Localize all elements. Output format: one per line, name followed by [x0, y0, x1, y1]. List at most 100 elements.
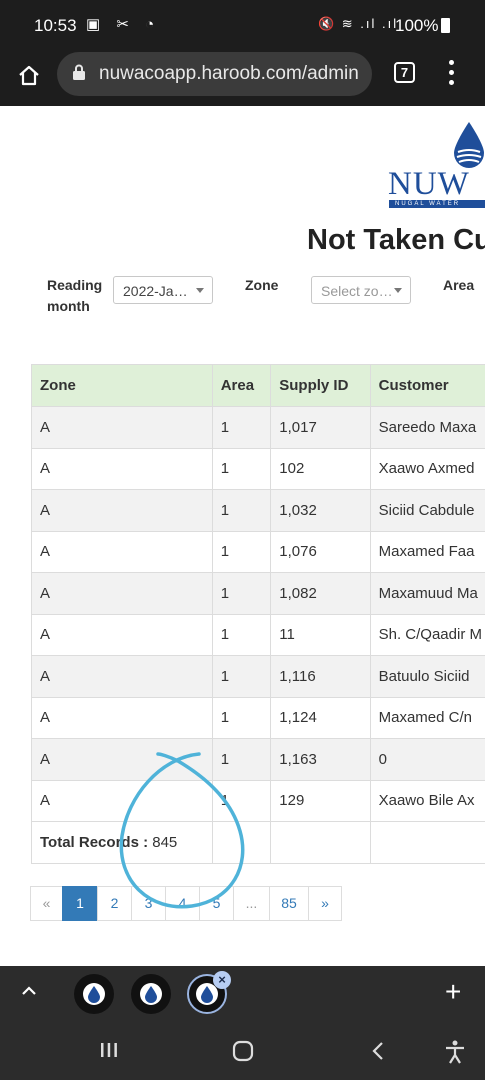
cell-customer: Sareedo Maxa	[369, 406, 485, 449]
empty-cell	[369, 821, 485, 864]
status-bar: 10:53 ▣ ✂ ◔ 🔇 ≋ .ıl .ıl 100%	[0, 0, 485, 50]
cell-zone: A	[31, 738, 213, 781]
home-nav-icon[interactable]	[232, 1040, 254, 1062]
system-navigation-bar	[0, 1023, 485, 1080]
notification-icons: ▣ ✂ ◔	[86, 16, 161, 33]
accessibility-icon[interactable]	[444, 1040, 466, 1064]
cell-zone: A	[31, 696, 213, 739]
status-time: 10:53	[34, 16, 77, 35]
pagination-page-3[interactable]: 3	[131, 886, 166, 921]
lock-icon	[73, 64, 85, 80]
table-row: A 1 129 Xaawo Bile Ax	[31, 779, 485, 822]
table-row: A 1 1,116 Batuulo Siciid	[31, 655, 485, 698]
page-title: Not Taken Cu	[307, 224, 485, 256]
empty-cell	[211, 821, 272, 864]
cell-supply-id: 11	[270, 613, 371, 656]
records-table: Zone Area Supply ID Customer A 1 1,017 S…	[31, 364, 485, 864]
battery-icon	[441, 18, 450, 33]
cell-supply-id: 1,082	[270, 572, 371, 615]
pagination-prev[interactable]: «	[30, 886, 63, 921]
column-header-customer[interactable]: Customer	[369, 364, 485, 407]
water-drop-icon	[83, 983, 105, 1005]
cell-zone: A	[31, 613, 213, 656]
cell-zone: A	[31, 655, 213, 698]
cell-supply-id: 102	[270, 447, 371, 490]
cell-zone: A	[31, 572, 213, 615]
home-icon[interactable]	[18, 64, 40, 86]
pagination-page-5[interactable]: 5	[199, 886, 234, 921]
pagination-page-2[interactable]: 2	[97, 886, 132, 921]
empty-cell	[270, 821, 371, 864]
total-records-value: 845	[152, 833, 178, 851]
signal-icons: 🔇 ≋ .ıl .ıl	[318, 16, 399, 31]
new-tab-button[interactable]: +	[445, 978, 461, 1006]
cell-area: 1	[211, 613, 272, 656]
cell-customer: Xaawo Bile Ax	[369, 779, 485, 822]
logo-tagline: NUGAL WATER	[389, 200, 485, 208]
url-text: nuwacoapp.haroob.com/admin	[99, 63, 359, 84]
cell-area: 1	[211, 406, 272, 449]
table-body: A 1 1,017 Sareedo Maxa A 1 102 Xaawo Axm…	[31, 406, 485, 864]
zone-placeholder: Select zo…	[321, 283, 393, 299]
tab-dock: × +	[0, 966, 485, 1023]
logo-brand-text: NUW	[388, 166, 470, 202]
table-row: A 1 11 Sh. C/Qaadir M	[31, 613, 485, 656]
cell-area: 1	[211, 447, 272, 490]
table-header-row: Zone Area Supply ID Customer	[31, 364, 485, 407]
cell-supply-id: 129	[270, 779, 371, 822]
tab-thumbnail[interactable]	[74, 974, 114, 1014]
records-table-container: Zone Area Supply ID Customer A 1 1,017 S…	[31, 364, 485, 864]
total-records: Total Records : 845	[31, 821, 213, 864]
cell-customer: Siciid Cabdule	[369, 489, 485, 532]
battery-level: 100%	[395, 16, 439, 35]
cell-area: 1	[211, 572, 272, 615]
pagination-page-last[interactable]: 85	[269, 886, 309, 921]
tab-switcher-button[interactable]: 7	[394, 62, 415, 83]
cell-zone: A	[31, 530, 213, 573]
pagination-page-4[interactable]: 4	[165, 886, 200, 921]
address-bar[interactable]: nuwacoapp.haroob.com/admin	[57, 52, 372, 96]
total-row: Total Records : 845	[31, 821, 485, 864]
cell-zone: A	[31, 406, 213, 449]
cell-supply-id: 1,163	[270, 738, 371, 781]
table-row: A 1 1,163 0	[31, 738, 485, 781]
chevron-down-icon	[394, 288, 402, 293]
cell-supply-id: 1,032	[270, 489, 371, 532]
cell-zone: A	[31, 447, 213, 490]
company-logo: NUW NUGAL WATER	[385, 120, 485, 208]
pagination-ellipsis: ...	[233, 886, 270, 921]
pagination-next[interactable]: »	[308, 886, 342, 921]
zone-label: Zone	[245, 277, 279, 293]
more-menu-icon[interactable]	[449, 60, 455, 86]
tab-thumbnail[interactable]	[131, 974, 171, 1014]
table-row: A 1 1,124 Maxamed C/n	[31, 696, 485, 739]
reading-month-value: 2022-Ja…	[123, 283, 188, 299]
cell-customer: Maxamed C/n	[369, 696, 485, 739]
column-header-supply-id[interactable]: Supply ID	[270, 364, 371, 407]
table-row: A 1 102 Xaawo Axmed	[31, 447, 485, 490]
cell-customer: 0	[369, 738, 485, 781]
recent-apps-icon[interactable]	[99, 1040, 119, 1060]
cell-supply-id: 1,017	[270, 406, 371, 449]
pagination: « 1 2 3 4 5 ... 85 »	[30, 886, 342, 921]
cell-area: 1	[211, 530, 272, 573]
cell-area: 1	[211, 779, 272, 822]
chevron-up-icon[interactable]	[20, 984, 38, 998]
close-tab-icon[interactable]: ×	[213, 971, 231, 989]
pagination-page-1[interactable]: 1	[62, 886, 98, 921]
cell-supply-id: 1,076	[270, 530, 371, 573]
column-header-area[interactable]: Area	[211, 364, 272, 407]
cell-customer: Batuulo Siciid	[369, 655, 485, 698]
web-page: NUW NUGAL WATER Not Taken Cu Reading mon…	[0, 106, 485, 966]
back-icon[interactable]	[370, 1040, 386, 1062]
zone-select[interactable]: Select zo…	[311, 276, 411, 304]
chevron-down-icon	[196, 288, 204, 293]
browser-toolbar: nuwacoapp.haroob.com/admin 7	[0, 50, 485, 106]
cell-area: 1	[211, 738, 272, 781]
water-drop-icon	[140, 983, 162, 1005]
reading-month-select[interactable]: 2022-Ja…	[113, 276, 213, 304]
water-drop-icon	[454, 122, 484, 168]
table-row: A 1 1,017 Sareedo Maxa	[31, 406, 485, 449]
reading-month-label: Reading month	[47, 277, 103, 314]
column-header-zone[interactable]: Zone	[31, 364, 213, 407]
